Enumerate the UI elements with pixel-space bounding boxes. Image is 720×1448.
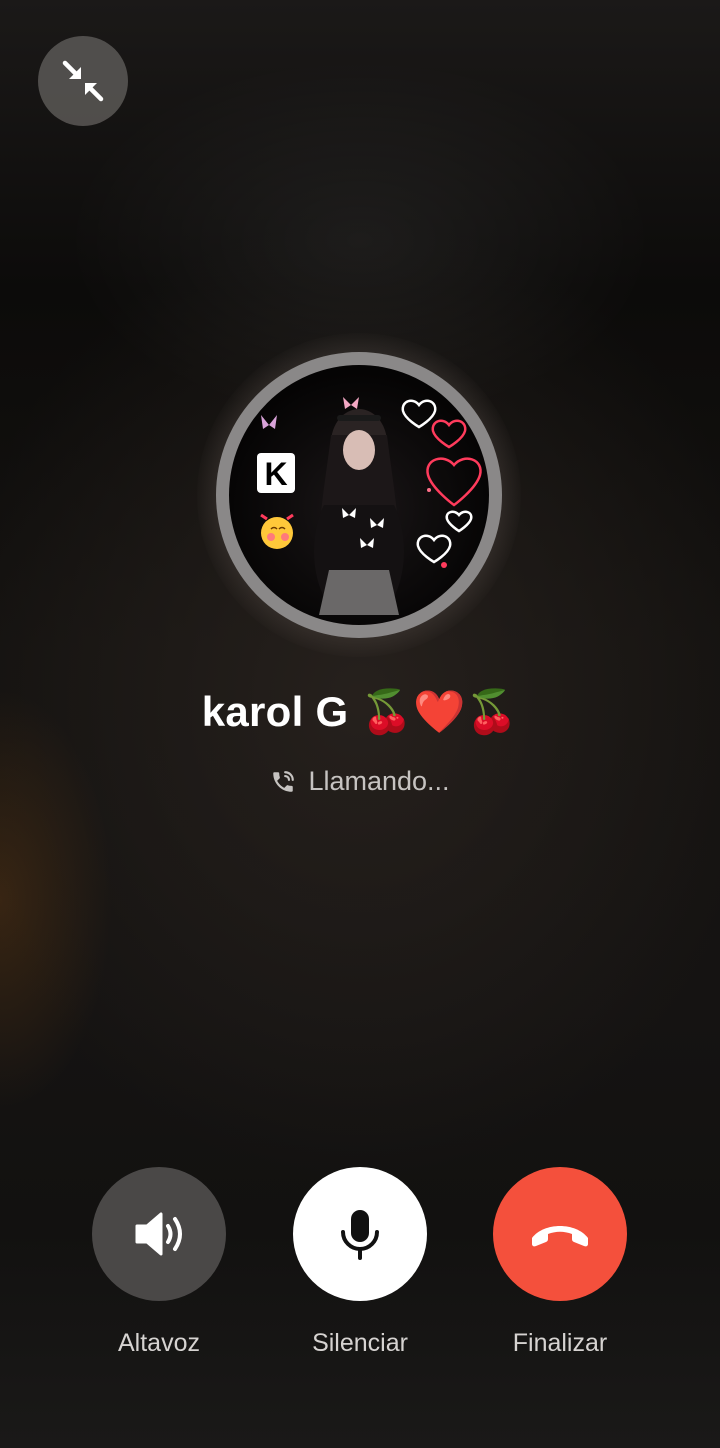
minimize-arrows-icon — [62, 60, 104, 102]
end-call-label: Finalizar — [512, 1329, 608, 1357]
call-controls: Altavoz Silenciar Finalizar — [0, 1167, 720, 1367]
speaker-icon — [135, 1212, 182, 1256]
contact-avatar: K — [216, 352, 502, 638]
contact-name: karol G 🍒❤️🍒 — [201, 688, 519, 735]
microphone-icon — [341, 1210, 379, 1260]
phone-calling-icon — [273, 770, 295, 792]
end-call-icon — [532, 1226, 588, 1247]
mute-button[interactable] — [293, 1167, 427, 1301]
call-status: Llamando... — [0, 766, 720, 797]
avatar-image: K — [229, 365, 489, 625]
mute-label: Silenciar — [312, 1329, 408, 1357]
call-screen: K karol G 🍒❤️🍒 Llamando... Altavoz Silen… — [0, 0, 720, 1448]
avatar-letter: K — [264, 456, 287, 492]
speaker-label: Altavoz — [118, 1329, 200, 1357]
avatar-artwork: K — [257, 397, 482, 615]
end-call-control: Finalizar — [460, 1167, 660, 1358]
speaker-button[interactable] — [92, 1167, 226, 1301]
minimize-button[interactable] — [38, 36, 128, 126]
call-status-text: Llamando... — [308, 766, 450, 796]
mute-control: Silenciar — [260, 1167, 460, 1358]
speaker-control: Altavoz — [59, 1167, 259, 1358]
end-call-button[interactable] — [493, 1167, 627, 1301]
